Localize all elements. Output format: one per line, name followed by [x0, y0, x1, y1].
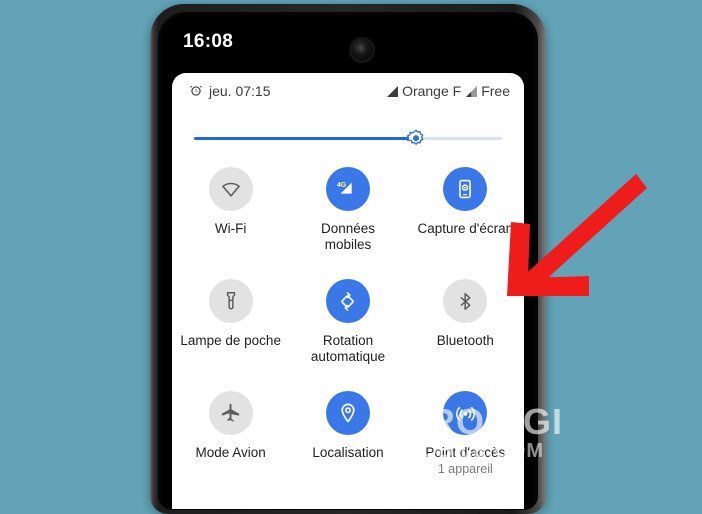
carrier-2: Free: [466, 83, 510, 99]
brightness-sun-icon: [406, 129, 424, 145]
tile-label: Données mobiles: [320, 221, 375, 252]
auto-rotate-icon: [325, 279, 370, 323]
quick-settings-tile-wi-fi[interactable]: Wi-Fi: [172, 165, 289, 277]
quick-settings-tile-lampe-de-poche[interactable]: Lampe de poche: [172, 277, 289, 389]
alarm-time-text: jeu. 07:15: [209, 83, 271, 99]
quick-settings-tile-localisation[interactable]: Localisation: [289, 389, 406, 501]
front-camera-icon: [351, 39, 373, 61]
quick-settings-row: Mode Avion Localisation Point d'accès 1 app…: [172, 389, 524, 501]
quick-settings-tile-point-d-acc-s[interactable]: Point d'accès 1 appareil: [407, 389, 524, 501]
red-arrow-annotation: [497, 168, 647, 308]
mobile-data-4g-icon: 4G: [325, 167, 370, 211]
tile-label: Rotation automatique: [310, 333, 386, 364]
flashlight-icon: [208, 279, 253, 323]
tile-label: Lampe de poche: [180, 333, 281, 348]
quick-settings-row: Wi-Fi 4G Données mobiles Capture d'écran: [172, 165, 524, 277]
quick-settings-tile-donn-es-mobiles[interactable]: 4G Données mobiles: [289, 165, 406, 277]
tile-label: Bluetooth: [436, 333, 494, 348]
status-bar-clock: 16:08: [183, 31, 234, 52]
quick-settings-row: Lampe de poche Rotation automatique Blueto…: [172, 277, 524, 389]
screenshot-canvas: 16:08 jeu. 07:15 Orange F Free Wi-Fi 4G …: [0, 0, 702, 514]
brightness-slider-fill: [194, 137, 416, 140]
screenshot-icon: [443, 167, 488, 211]
signal-bars-partial-icon: [466, 85, 478, 97]
bluetooth-icon: [443, 279, 488, 323]
phone-device-frame: 16:08 jeu. 07:15 Orange F Free Wi-Fi 4G …: [150, 4, 546, 514]
tile-label: Wi-Fi: [214, 221, 247, 236]
svg-text:4G: 4G: [337, 182, 346, 189]
quick-settings-tile-mode-avion[interactable]: Mode Avion: [172, 389, 289, 501]
carrier-1-name: Orange F: [402, 83, 462, 99]
tile-label: Point d'accès: [425, 445, 506, 460]
quick-settings-tiles: Wi-Fi 4G Données mobiles Capture d'écran Lam…: [172, 165, 524, 501]
quick-settings-status-row: jeu. 07:15 Orange F Free: [172, 73, 524, 111]
brightness-slider-knob[interactable]: [406, 129, 426, 149]
location-pin-icon: [325, 391, 370, 435]
brightness-slider[interactable]: [194, 129, 502, 149]
alarm-clock-icon: [189, 84, 203, 98]
signal-bars-full-icon: [387, 85, 399, 97]
carrier-2-name: Free: [481, 83, 510, 99]
airplane-icon: [208, 391, 253, 435]
tile-label: Localisation: [312, 445, 384, 460]
phone-bezel: 16:08 jeu. 07:15 Orange F Free Wi-Fi 4G …: [158, 12, 538, 510]
carrier-1: Orange F: [387, 83, 461, 99]
hotspot-icon: [443, 391, 488, 435]
tile-label: Mode Avion: [195, 445, 266, 460]
quick-settings-panel: jeu. 07:15 Orange F Free Wi-Fi 4G Donnée…: [172, 73, 524, 509]
red-arrow-down-left-icon: [507, 174, 647, 296]
quick-settings-tile-rotation-automatique[interactable]: Rotation automatique: [289, 277, 406, 389]
tile-sublabel: 1 appareil: [437, 462, 493, 476]
wifi-icon: [208, 167, 253, 211]
phone-screen: 16:08 jeu. 07:15 Orange F Free Wi-Fi 4G …: [161, 15, 535, 509]
status-bar: 16:08: [161, 15, 535, 73]
carrier-status-group: Orange F Free: [387, 83, 510, 99]
